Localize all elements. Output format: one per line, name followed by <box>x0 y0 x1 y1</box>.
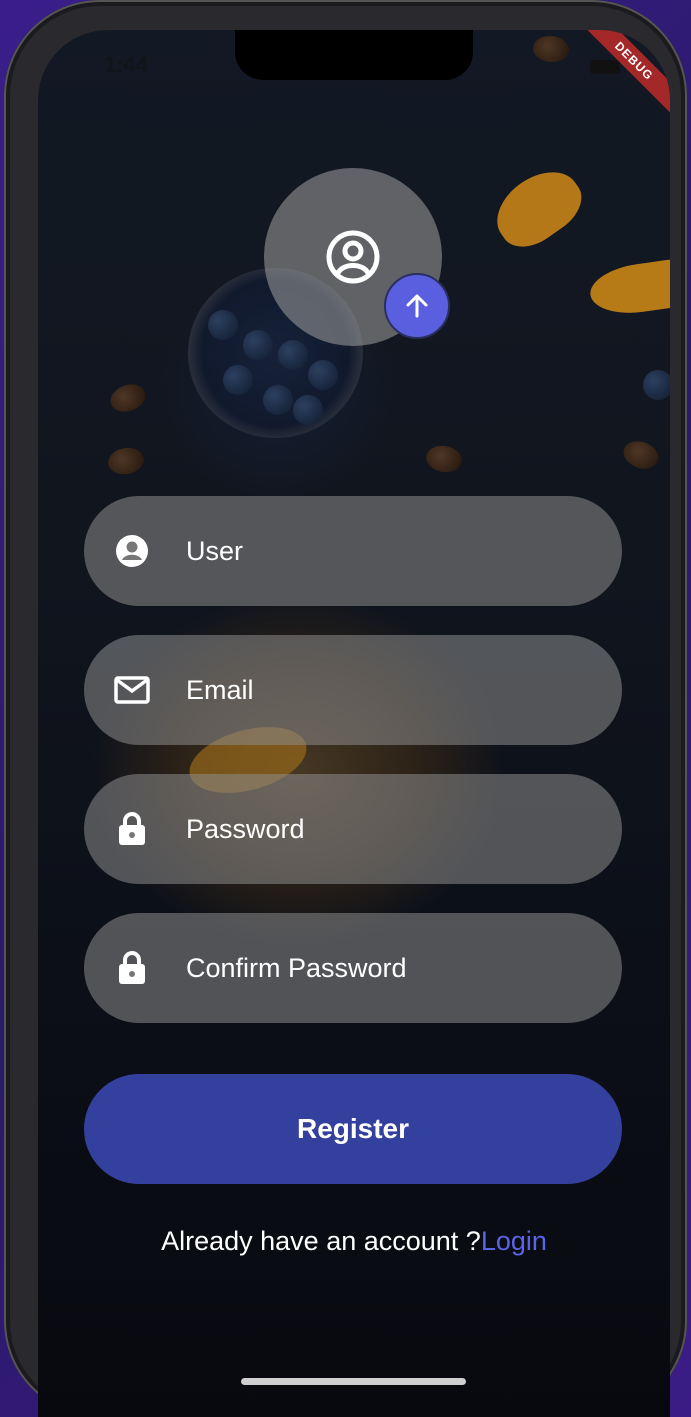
arrow-up-icon <box>406 294 428 318</box>
upload-photo-button[interactable] <box>384 273 450 339</box>
lock-icon <box>114 950 150 986</box>
login-prompt: Already have an account ?Login <box>38 1226 670 1257</box>
account-circle-icon <box>326 230 380 284</box>
login-prompt-text: Already have an account ? <box>161 1226 481 1256</box>
confirm-password-field[interactable] <box>84 913 622 1023</box>
phone-frame: 1:44 DEBUG User Email Register Already h… <box>4 0 687 1417</box>
login-link[interactable]: Login <box>481 1226 547 1256</box>
device-notch <box>235 30 473 80</box>
home-indicator[interactable] <box>241 1378 466 1385</box>
status-bar-time: 1:44 <box>104 52 149 77</box>
user-field[interactable] <box>84 496 622 606</box>
app-screen: 1:44 DEBUG User Email Register Already h… <box>38 30 670 1417</box>
register-button[interactable]: Register <box>84 1074 622 1184</box>
lock-icon <box>114 811 150 847</box>
person-icon <box>114 533 150 569</box>
battery-icon <box>590 60 620 74</box>
password-field[interactable] <box>84 774 622 884</box>
user-input[interactable] <box>184 520 592 582</box>
confirm-password-input[interactable] <box>184 937 592 999</box>
email-input[interactable] <box>184 659 592 721</box>
mail-icon <box>114 672 150 708</box>
email-field[interactable] <box>84 635 622 745</box>
password-input[interactable] <box>184 798 592 860</box>
